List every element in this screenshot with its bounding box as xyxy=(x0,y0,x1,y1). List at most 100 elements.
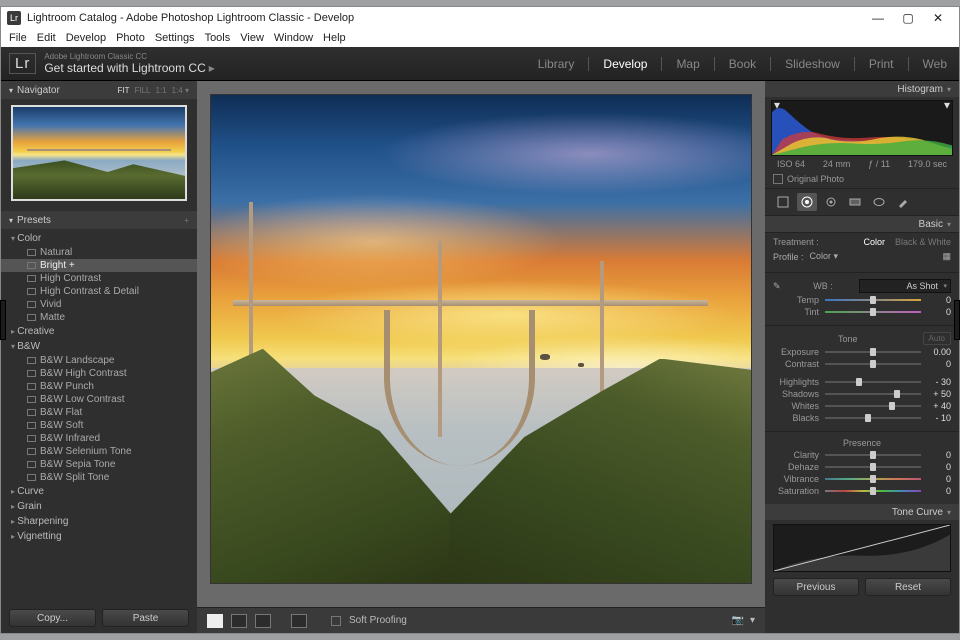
menu-develop[interactable]: Develop xyxy=(66,32,106,44)
slider-clarity[interactable] xyxy=(825,451,921,459)
brush-tool-icon[interactable] xyxy=(893,193,913,211)
module-slideshow[interactable]: Slideshow xyxy=(781,57,844,71)
window-close-button[interactable]: ✕ xyxy=(923,11,953,25)
slider-vibrance[interactable] xyxy=(825,475,921,483)
module-web[interactable]: Web xyxy=(919,57,951,71)
treatment-color[interactable]: Color xyxy=(863,237,885,247)
slider-shadows[interactable] xyxy=(825,390,921,398)
menu-settings[interactable]: Settings xyxy=(155,32,195,44)
basic-header[interactable]: Basic ▾ xyxy=(765,216,959,232)
slider-whites[interactable] xyxy=(825,402,921,410)
module-book[interactable]: Book xyxy=(725,57,760,71)
preset-item[interactable]: B&W Punch xyxy=(1,380,197,393)
slider-exposure[interactable] xyxy=(825,348,921,356)
preset-group[interactable]: Sharpening xyxy=(1,514,197,529)
menu-edit[interactable]: Edit xyxy=(37,32,56,44)
radial-tool-icon[interactable] xyxy=(869,193,889,211)
preset-item[interactable]: B&W High Contrast xyxy=(1,367,197,380)
preset-item[interactable]: B&W Low Contrast xyxy=(1,393,197,406)
slider-value[interactable]: 0 xyxy=(921,359,951,369)
slider-value[interactable]: 0.00 xyxy=(921,347,951,357)
preset-group[interactable]: Vignetting xyxy=(1,529,197,544)
spot-tool-icon[interactable] xyxy=(797,193,817,211)
crop-tool-icon[interactable] xyxy=(773,193,793,211)
preset-item[interactable]: Matte xyxy=(1,311,197,324)
histogram-header[interactable]: Histogram ▾ xyxy=(765,81,959,97)
paste-button[interactable]: Paste xyxy=(102,609,189,627)
preset-group[interactable]: Grain xyxy=(1,499,197,514)
nav-zoom-custom[interactable]: 1:4 ▾ xyxy=(172,86,189,95)
slider-saturation[interactable] xyxy=(825,487,921,495)
preset-group[interactable]: Curve xyxy=(1,484,197,499)
preset-item[interactable]: Natural xyxy=(1,246,197,259)
soft-proofing-checkbox[interactable] xyxy=(331,616,341,626)
eyedropper-icon[interactable]: ✎ xyxy=(773,281,787,292)
slider-value[interactable]: - 30 xyxy=(921,377,951,387)
slider-temp[interactable] xyxy=(825,296,921,304)
gradient-tool-icon[interactable] xyxy=(845,193,865,211)
tonecurve-header[interactable]: Tone Curve ▾ xyxy=(765,504,959,520)
toolbar-disclosure-icon[interactable]: ▾ xyxy=(750,615,755,626)
slider-value[interactable]: + 40 xyxy=(921,401,951,411)
slider-blacks[interactable] xyxy=(825,414,921,422)
copy-button[interactable]: Copy... xyxy=(9,609,96,627)
preset-group[interactable]: Creative xyxy=(1,324,197,339)
slider-value[interactable]: 0 xyxy=(921,307,951,317)
slider-value[interactable]: 0 xyxy=(921,474,951,484)
treatment-bw[interactable]: Black & White xyxy=(895,237,951,247)
module-library[interactable]: Library xyxy=(534,57,579,71)
window-maximize-button[interactable]: ▢ xyxy=(893,11,923,25)
menu-file[interactable]: File xyxy=(9,32,27,44)
nav-zoom-fill[interactable]: FILL xyxy=(135,86,151,95)
wb-dropdown[interactable]: As Shot xyxy=(859,279,951,293)
menu-window[interactable]: Window xyxy=(274,32,313,44)
navigator-header[interactable]: ▾ Navigator FIT FILL 1:1 1:4 ▾ xyxy=(1,81,197,99)
preset-group[interactable]: B&W xyxy=(1,339,197,354)
tone-curve-chart[interactable] xyxy=(773,524,951,572)
view-before-after-lr-button[interactable] xyxy=(231,614,247,628)
preset-item[interactable]: B&W Infrared xyxy=(1,432,197,445)
navigator-thumbnail[interactable] xyxy=(11,105,187,201)
menu-view[interactable]: View xyxy=(240,32,264,44)
previous-button[interactable]: Previous xyxy=(773,578,859,596)
slider-highlights[interactable] xyxy=(825,378,921,386)
slider-contrast[interactable] xyxy=(825,360,921,368)
profile-browser-icon[interactable]: ▦ xyxy=(942,251,951,262)
view-loupe-button[interactable] xyxy=(207,614,223,628)
slider-value[interactable]: 0 xyxy=(921,295,951,305)
nav-zoom-1to1[interactable]: 1:1 xyxy=(156,86,167,95)
preset-item[interactable]: High Contrast xyxy=(1,272,197,285)
menu-help[interactable]: Help xyxy=(323,32,346,44)
slider-value[interactable]: - 10 xyxy=(921,413,951,423)
preset-item[interactable]: B&W Flat xyxy=(1,406,197,419)
slider-value[interactable]: + 50 xyxy=(921,389,951,399)
original-photo-checkbox[interactable] xyxy=(773,174,783,184)
preset-item[interactable]: Vivid xyxy=(1,298,197,311)
canvas[interactable] xyxy=(197,81,765,607)
slider-value[interactable]: 0 xyxy=(921,486,951,496)
left-panel-toggle[interactable] xyxy=(0,300,6,340)
tether-icon[interactable]: 📷 xyxy=(732,615,744,626)
menu-photo[interactable]: Photo xyxy=(116,32,145,44)
identity-text[interactable]: Adobe Lightroom Classic CC Get started w… xyxy=(44,52,214,75)
preset-item[interactable]: High Contrast & Detail xyxy=(1,285,197,298)
presets-add-button[interactable]: + xyxy=(184,216,189,225)
reset-button[interactable]: Reset xyxy=(865,578,951,596)
preset-item[interactable]: B&W Soft xyxy=(1,419,197,432)
slider-value[interactable]: 0 xyxy=(921,450,951,460)
histogram-chart[interactable] xyxy=(771,100,953,156)
view-swap-yy-button[interactable] xyxy=(291,614,307,628)
preset-group[interactable]: Color xyxy=(1,231,197,246)
module-map[interactable]: Map xyxy=(672,57,703,71)
module-develop[interactable]: Develop xyxy=(599,57,651,71)
module-print[interactable]: Print xyxy=(865,57,898,71)
preset-item[interactable]: B&W Sepia Tone xyxy=(1,458,197,471)
menu-tools[interactable]: Tools xyxy=(205,32,231,44)
slider-tint[interactable] xyxy=(825,308,921,316)
window-minimize-button[interactable]: — xyxy=(863,11,893,25)
right-panel-toggle[interactable] xyxy=(954,300,960,340)
preset-item[interactable]: B&W Landscape xyxy=(1,354,197,367)
slider-value[interactable]: 0 xyxy=(921,462,951,472)
slider-dehaze[interactable] xyxy=(825,463,921,471)
presets-header[interactable]: ▾ Presets + xyxy=(1,211,197,229)
